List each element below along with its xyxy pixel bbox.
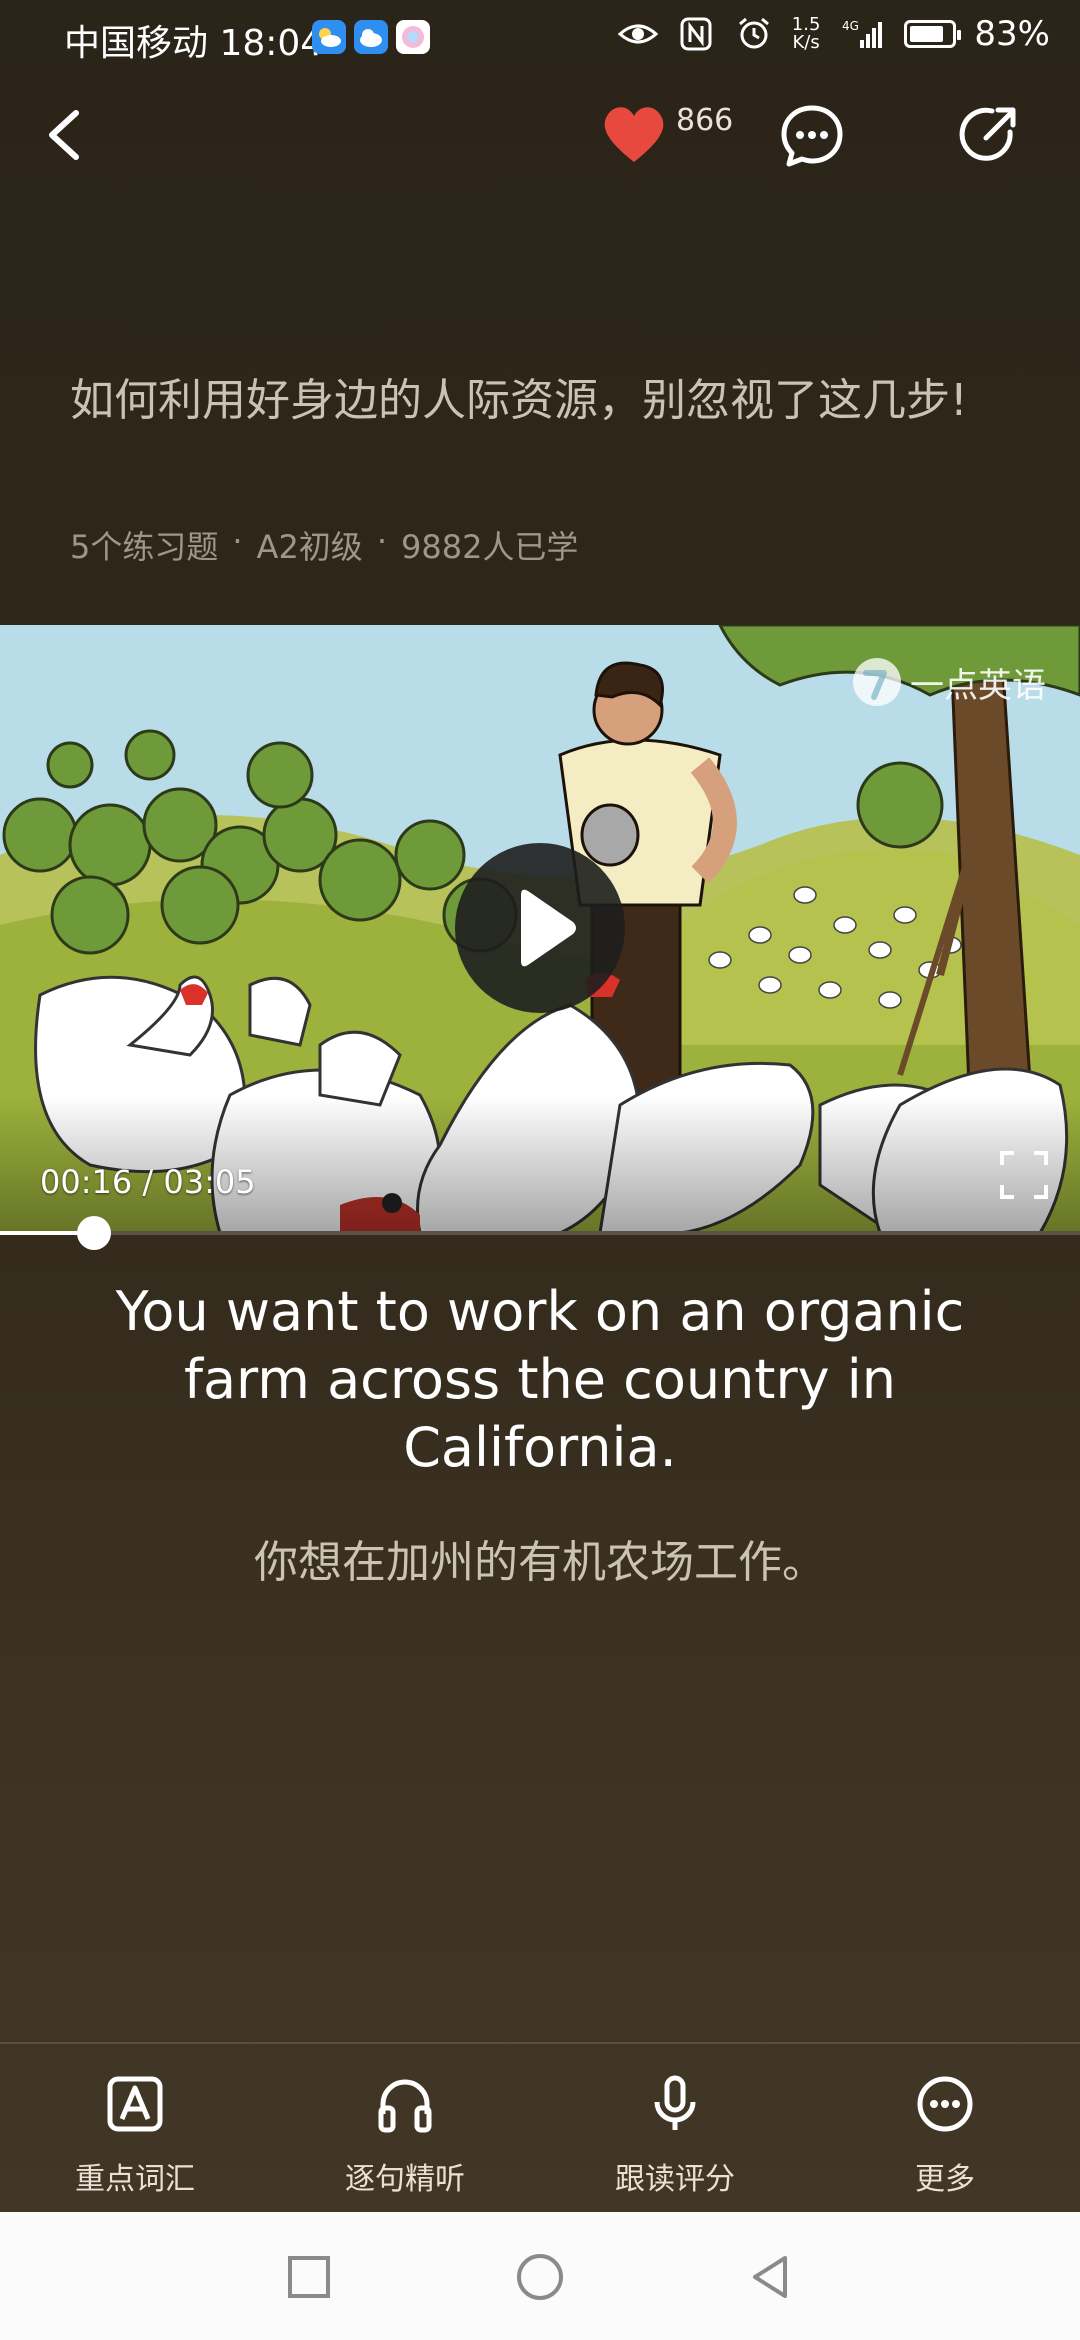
playback-time: 00:16 / 03:05 — [40, 1163, 256, 1201]
comment-button[interactable] — [776, 100, 848, 172]
photo-app-icon — [396, 20, 430, 54]
exercise-count: 5个练习题 — [70, 528, 219, 566]
watermark-text: 一点英语 — [910, 665, 1046, 706]
home-button[interactable] — [515, 2252, 565, 2302]
share-arrow-icon — [959, 107, 1016, 161]
svg-text:4G: 4G — [842, 19, 859, 33]
signal-4g-icon: 4G — [842, 19, 883, 48]
comment-bubble-icon — [781, 105, 843, 167]
square-icon — [288, 2256, 330, 2298]
play-button[interactable] — [455, 843, 625, 1013]
battery-icon — [904, 20, 962, 48]
circle-icon — [517, 2254, 563, 2300]
letter-a-icon — [107, 2076, 163, 2132]
key-vocabulary-button[interactable]: 重点词汇 — [0, 2044, 270, 2214]
key-vocabulary-label: 重点词汇 — [75, 2162, 195, 2197]
eye-icon — [617, 24, 658, 44]
like-button[interactable] — [598, 98, 670, 170]
carrier-name: 中国移动 — [64, 23, 209, 64]
chevron-left-icon — [49, 110, 79, 160]
clock: 18:04 — [219, 23, 324, 64]
system-navigation-bar — [0, 2212, 1080, 2340]
learner-count: 9882人已学 — [400, 528, 579, 566]
more-dots-icon — [917, 2076, 973, 2132]
alarm-icon — [738, 17, 769, 49]
status-right-icons: 1.5 K/s 4G 83% — [617, 14, 1050, 54]
more-label: 更多 — [915, 2162, 975, 2197]
progress-track[interactable] — [0, 1231, 1080, 1235]
fullscreen-button[interactable] — [998, 1149, 1050, 1201]
share-button[interactable] — [952, 100, 1024, 172]
system-back-button[interactable] — [745, 2252, 795, 2302]
battery-percent: 83% — [974, 14, 1050, 54]
lesson-title: 如何利用好身边的人际资源，别忽视了这几步! — [70, 375, 968, 426]
network-speed-unit: K/s — [792, 32, 820, 53]
triangle-back-icon — [753, 2256, 787, 2298]
watermark: 一点英语 — [850, 655, 1046, 709]
sentence-listening-button[interactable]: 逐句精听 — [270, 2044, 540, 2214]
difficulty-level: A2初级 — [256, 528, 363, 566]
fullscreen-icon — [1000, 1151, 1048, 1199]
meta-separator: · — [232, 522, 243, 560]
back-button[interactable] — [30, 95, 100, 175]
yidian-logo-icon — [853, 658, 901, 706]
cloud-app-icon — [354, 20, 388, 54]
status-bar: 中国移动 18:04 1.5 K/s 4G 83% — [0, 0, 1080, 80]
read-along-score-button[interactable]: 跟读评分 — [540, 2044, 810, 2214]
bottom-toolbar: 重点词汇 逐句精听 跟读评分 更多 — [0, 2042, 1080, 2214]
carrier-time: 中国移动 18:04 — [64, 14, 323, 66]
recent-apps-button[interactable] — [284, 2252, 334, 2302]
like-count: 866 — [676, 103, 734, 138]
read-along-score-label: 跟读评分 — [615, 2162, 735, 2197]
weather-app-icon — [312, 20, 346, 54]
meta-separator: · — [376, 522, 387, 560]
lesson-meta: 5个练习题 · A2初级 · 9882人已学 — [70, 522, 578, 568]
microphone-icon — [654, 2075, 696, 2130]
progress-scrubber-handle[interactable] — [77, 1216, 111, 1250]
video-player[interactable]: 一点英语 00:16 / 03:05 — [0, 625, 1080, 1233]
headphones-icon — [378, 2079, 432, 2133]
network-speed: 1.5 K/s — [792, 16, 821, 52]
subtitle-english: You want to work on an organic farm acro… — [115, 1280, 965, 1479]
heart-icon — [604, 107, 664, 162]
nfc-icon — [680, 17, 712, 51]
more-button[interactable]: 更多 — [810, 2044, 1080, 2214]
subtitle-chinese: 你想在加州的有机农场工作。 — [254, 1537, 826, 1588]
sentence-listening-label: 逐句精听 — [345, 2162, 465, 2197]
play-icon — [521, 889, 576, 967]
